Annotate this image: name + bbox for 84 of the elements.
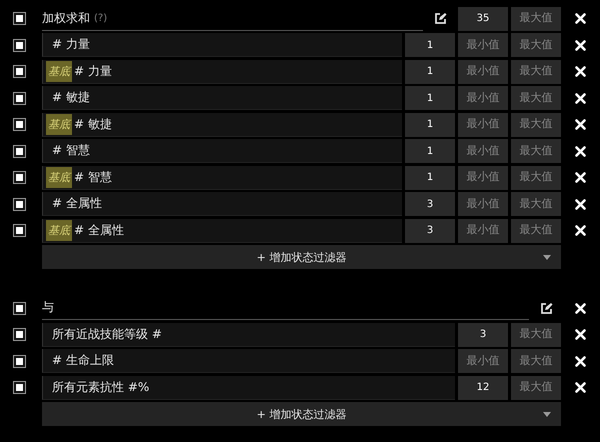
close-icon[interactable]	[575, 382, 586, 394]
stat-label: # 生命上限	[51, 352, 114, 370]
max-field[interactable]: 最大值	[511, 139, 561, 164]
weight-field[interactable]: 1	[405, 166, 455, 190]
max-field[interactable]: 最大值	[511, 33, 561, 58]
close-icon[interactable]	[575, 356, 586, 367]
max-field[interactable]: 最大值	[511, 322, 561, 347]
checkbox[interactable]	[12, 198, 26, 211]
add-filter-button[interactable]: + 增加状态过滤器	[42, 402, 561, 426]
close-icon[interactable]	[575, 92, 586, 104]
min-field[interactable]: 最小值	[458, 192, 508, 216]
checkbox[interactable]	[12, 65, 26, 78]
checkbox[interactable]	[12, 171, 26, 184]
close-icon[interactable]	[575, 329, 586, 340]
min-field[interactable]: 最小值	[458, 60, 508, 84]
group-title-field[interactable]: 与	[42, 296, 529, 320]
min-field[interactable]: 最小值	[458, 139, 508, 164]
edit-icon[interactable]	[434, 12, 447, 25]
checkbox[interactable]	[12, 92, 26, 105]
weight-field[interactable]: 1	[405, 60, 455, 84]
min-field[interactable]: 最小值	[458, 218, 508, 243]
weight-field[interactable]: 1	[405, 112, 455, 137]
checkbox[interactable]	[12, 224, 26, 238]
base-tag: 基底	[46, 220, 72, 241]
close-icon[interactable]	[575, 225, 586, 236]
weight-field[interactable]: 3	[405, 192, 455, 216]
min-field[interactable]: 35	[458, 6, 508, 30]
min-field[interactable]: 12	[458, 376, 508, 400]
close-icon[interactable]	[575, 40, 586, 51]
min-field[interactable]: 最小值	[458, 166, 508, 190]
max-field[interactable]: 最大值	[511, 349, 561, 374]
checkbox[interactable]	[12, 381, 26, 394]
min-field[interactable]: 最小值	[458, 33, 508, 58]
close-icon[interactable]	[575, 172, 586, 184]
checkbox[interactable]	[12, 144, 26, 158]
base-tag: 基底	[46, 166, 72, 188]
close-icon[interactable]	[575, 302, 586, 314]
stat-label: # 智慧	[51, 142, 90, 160]
base-tag: 基底	[46, 114, 72, 135]
max-field[interactable]: 最大值	[511, 192, 561, 216]
min-field[interactable]: 3	[458, 322, 508, 347]
stat-label: # 智慧	[74, 168, 112, 186]
stat-label: # 全属性	[51, 195, 102, 212]
checkbox[interactable]	[12, 12, 26, 25]
weight-field[interactable]: 1	[405, 33, 455, 58]
weight-field[interactable]: 3	[405, 218, 455, 243]
checkbox[interactable]	[12, 328, 26, 342]
max-field[interactable]: 最大值	[511, 166, 561, 190]
close-icon[interactable]	[575, 146, 586, 157]
min-field[interactable]: 最小值	[458, 86, 508, 110]
stat-label: 所有近战技能等级 #	[51, 326, 162, 343]
add-filter-button[interactable]: + 增加状态过滤器	[42, 245, 561, 270]
stat-label: # 敏捷	[74, 116, 112, 133]
group-title: 与	[42, 299, 54, 316]
stat-label: # 全属性	[74, 222, 124, 239]
max-field[interactable]: 最大值	[511, 218, 561, 243]
close-icon[interactable]	[575, 198, 586, 210]
caret-icon	[543, 255, 551, 260]
max-field[interactable]: 最大值	[511, 112, 561, 137]
checkbox[interactable]	[12, 118, 26, 132]
weight-field[interactable]: 1	[405, 86, 455, 110]
min-field[interactable]: 最小值	[458, 112, 508, 137]
close-icon[interactable]	[575, 119, 586, 130]
group-title: 加权求和	[42, 10, 90, 26]
base-tag: 基底	[46, 60, 72, 82]
checkbox[interactable]	[12, 354, 26, 368]
caret-icon	[543, 412, 551, 418]
stat-label: # 敏捷	[51, 89, 90, 106]
edit-icon[interactable]	[540, 302, 553, 314]
max-field[interactable]: 最大值	[511, 6, 561, 30]
checkbox[interactable]	[12, 38, 26, 52]
close-icon[interactable]	[575, 66, 586, 78]
group-title-field[interactable]: 加权求和 (?)	[42, 6, 423, 30]
help-link[interactable]: (?)	[94, 12, 108, 24]
checkbox[interactable]	[12, 302, 26, 314]
max-field[interactable]: 最大值	[511, 60, 561, 84]
stat-label: # 力量	[74, 62, 112, 80]
max-field[interactable]: 最大值	[511, 86, 561, 110]
stat-label: 所有元素抗性 #%	[51, 378, 150, 396]
max-field[interactable]: 最大值	[511, 376, 561, 400]
stat-label: # 力量	[51, 36, 90, 54]
close-icon[interactable]	[575, 13, 586, 24]
weight-field[interactable]: 1	[405, 139, 455, 164]
min-field[interactable]: 最小值	[458, 349, 508, 374]
